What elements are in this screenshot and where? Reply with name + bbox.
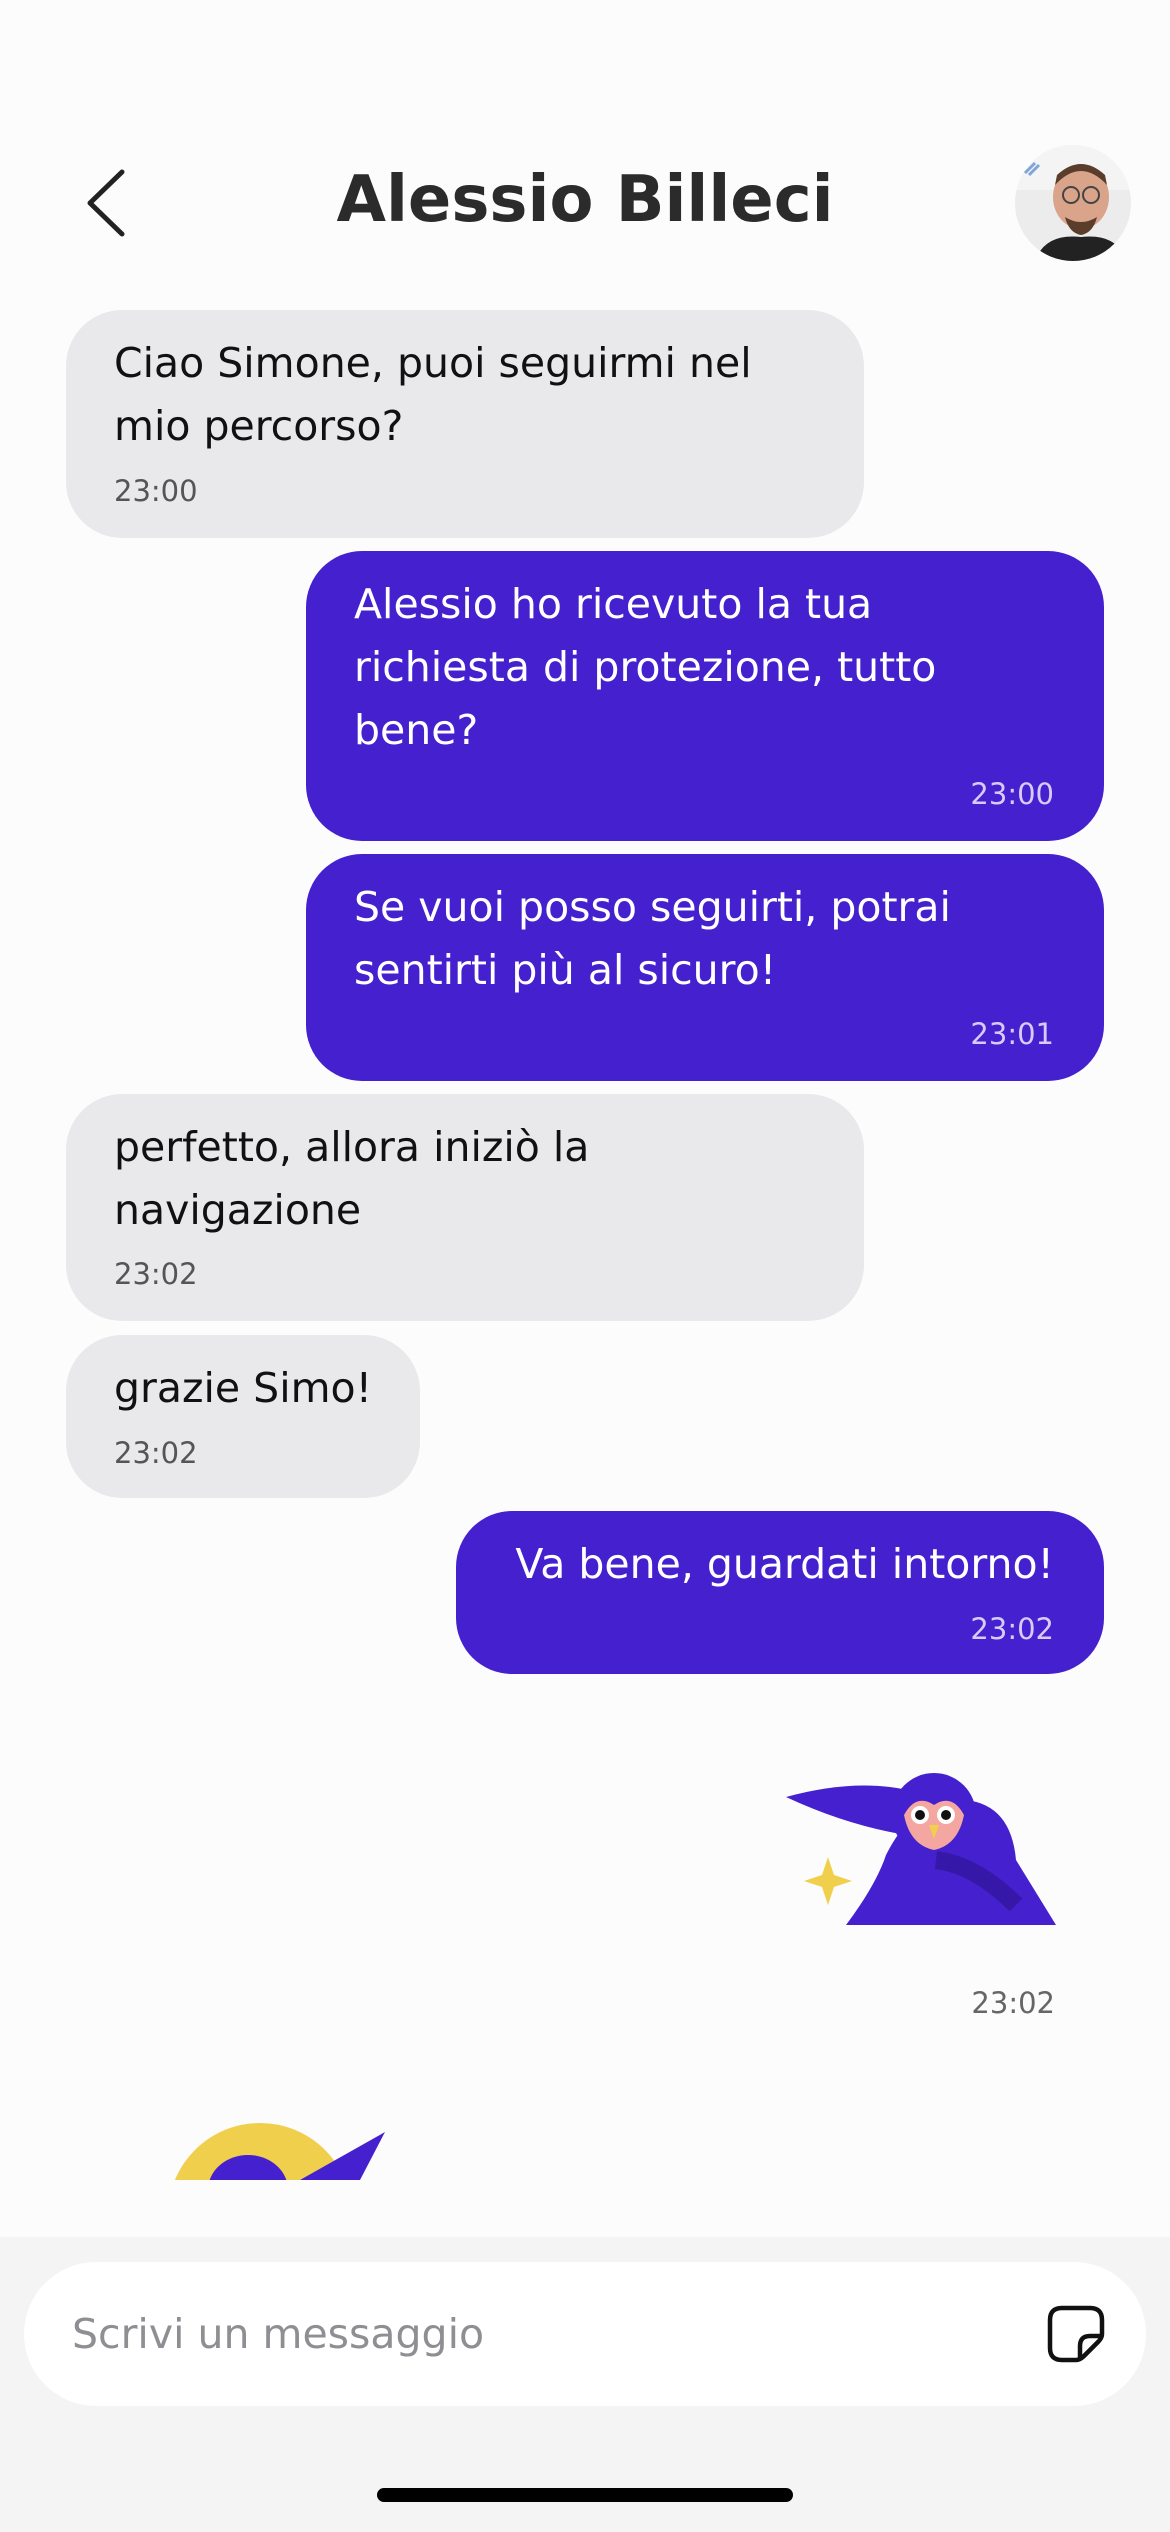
message-time: 23:00: [114, 474, 198, 508]
message-text: Alessio ho ricevuto la tua richiesta di …: [354, 580, 937, 754]
message-bubble-incoming[interactable]: grazie Simo! 23:02: [66, 1335, 420, 1498]
home-indicator[interactable]: [377, 2488, 793, 2502]
message-time: 23:02: [971, 1986, 1055, 2020]
owl-sticker-icon: [786, 1773, 1056, 1925]
message-time: 23:02: [970, 1612, 1054, 1646]
message-time: 23:02: [114, 1257, 198, 1291]
message-input[interactable]: [72, 2262, 972, 2406]
owl-sticker[interactable]: [786, 1765, 1058, 1925]
message-bubble-incoming[interactable]: Ciao Simone, puoi seguirmi nel mio perco…: [66, 310, 864, 538]
status-bar: [0, 0, 1170, 120]
message-text: perfetto, allora iniziò la navigazione: [114, 1123, 590, 1234]
contact-name: Alessio Billeci: [336, 163, 834, 237]
message-text: Se vuoi posso seguirti, potrai sentirti …: [354, 883, 951, 994]
message-text: Ciao Simone, puoi seguirmi nel mio perco…: [114, 339, 752, 450]
sticker-button[interactable]: [1046, 2304, 1106, 2364]
message-text: Va bene, guardati intorno!: [515, 1540, 1054, 1588]
message-bubble-outgoing[interactable]: Alessio ho ricevuto la tua richiesta di …: [306, 551, 1104, 841]
message-text: grazie Simo!: [114, 1364, 373, 1412]
chat-header: Alessio Billeci: [0, 130, 1170, 270]
message-bubble-incoming[interactable]: perfetto, allora iniziò la navigazione 2…: [66, 1094, 864, 1321]
message-time: 23:02: [114, 1436, 198, 1470]
message-bubble-outgoing[interactable]: Se vuoi posso seguirti, potrai sentirti …: [306, 854, 1104, 1081]
message-time: 23:00: [970, 777, 1054, 811]
composer-area: [0, 2237, 1170, 2532]
message-time: 23:01: [970, 1017, 1054, 1051]
avatar[interactable]: [1015, 145, 1131, 261]
message-composer: [24, 2262, 1146, 2406]
sticker-icon: [1047, 2305, 1105, 2363]
partial-sticker[interactable]: [170, 2120, 390, 2180]
message-bubble-outgoing[interactable]: Va bene, guardati intorno! 23:02: [456, 1511, 1104, 1674]
sticker-icon: [174, 2123, 385, 2180]
